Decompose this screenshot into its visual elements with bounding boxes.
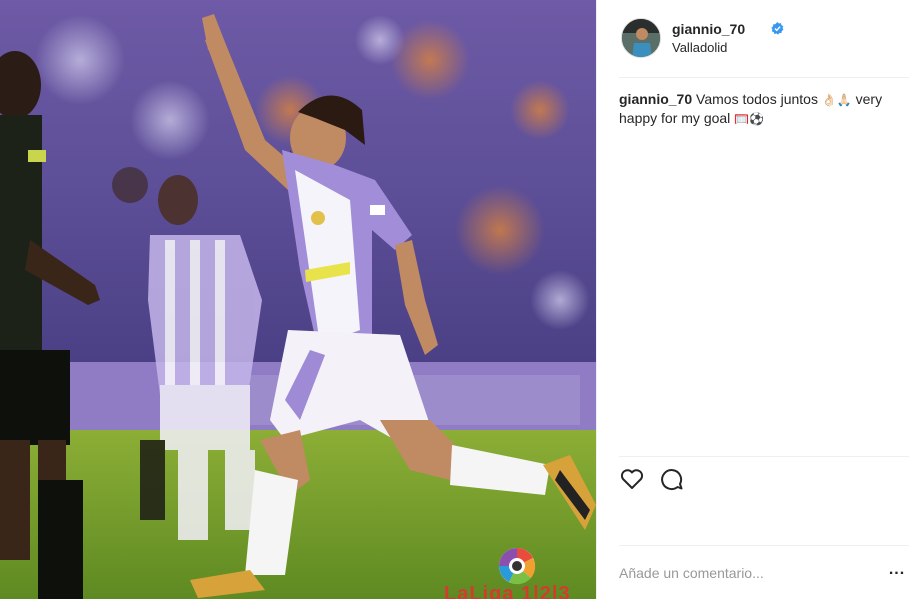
verified-badge-icon — [771, 22, 784, 35]
comment-divider — [619, 545, 909, 546]
caption-text: Vamos todos juntos — [696, 91, 818, 107]
post-caption: giannio_70 Vamos todos juntos 👌🏻🙏🏻 very … — [619, 90, 904, 128]
comment-bar: ... — [619, 562, 909, 586]
post-photo-scene — [0, 0, 596, 599]
actions-divider — [619, 456, 909, 457]
post-header: giannio_70 Valladolid — [621, 18, 907, 62]
caption-emoji-hands: 👌🏻🙏🏻 — [821, 93, 852, 107]
post-panel: giannio_70 Valladolid giannio_70 Vamos t… — [596, 0, 913, 599]
comment-bubble-icon[interactable] — [659, 466, 685, 492]
post-location[interactable]: Valladolid — [672, 40, 727, 55]
laliga-logo-icon — [499, 548, 536, 585]
post-photo[interactable]: LaLiga 1|2|3 — [0, 0, 596, 599]
avatar-image — [622, 19, 660, 57]
avatar[interactable] — [621, 18, 661, 58]
header-divider — [619, 77, 909, 78]
heart-icon[interactable] — [619, 466, 645, 492]
caption-emoji-goal: 🥅⚽ — [734, 112, 765, 126]
post-username[interactable]: giannio_70 — [672, 21, 745, 37]
more-options-button[interactable]: ... — [885, 562, 909, 581]
post-actions — [619, 466, 719, 494]
caption-username[interactable]: giannio_70 — [619, 91, 692, 107]
laliga-watermark: LaLiga 1|2|3 — [444, 583, 571, 599]
comment-input[interactable] — [619, 562, 859, 584]
